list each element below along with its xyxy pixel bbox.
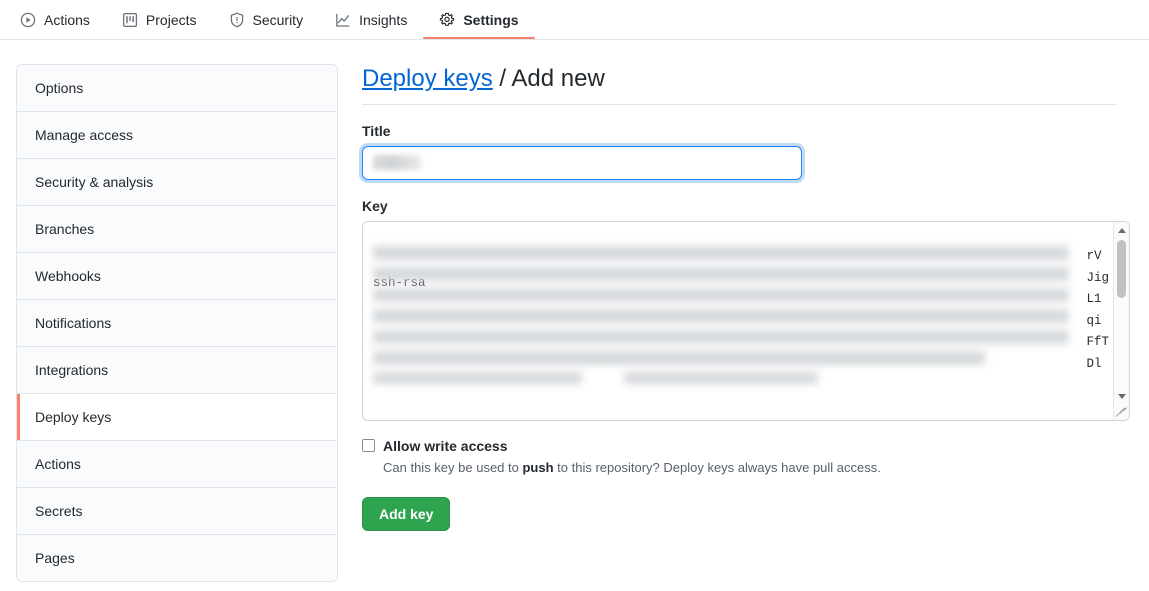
- note-bold-push: push: [522, 460, 554, 475]
- sidebar-item-options[interactable]: Options: [17, 65, 337, 112]
- key-tail-line: qi: [1086, 313, 1102, 328]
- allow-write-access-row[interactable]: Allow write access: [362, 437, 1117, 455]
- scrollbar-thumb[interactable]: [1117, 240, 1126, 298]
- sidebar-item-actions[interactable]: Actions: [17, 441, 337, 488]
- key-field-group: Key ssh-rsa rV Jig L1 qi FfT Dl: [362, 198, 1130, 421]
- note-before: Can this key be used to: [383, 460, 523, 475]
- title-field-group: Title: [362, 123, 1117, 180]
- sidebar-item-label: Manage access: [35, 127, 134, 143]
- sidebar-item-security-analysis[interactable]: Security & analysis: [17, 159, 337, 206]
- nav-item-projects[interactable]: Projects: [106, 0, 213, 39]
- sidebar-item-webhooks[interactable]: Webhooks: [17, 253, 337, 300]
- sidebar-item-label: Actions: [35, 456, 81, 472]
- resize-grip-icon[interactable]: [1113, 404, 1129, 420]
- key-tail-line: rV: [1086, 249, 1102, 263]
- nav-item-security-label: Security: [252, 11, 304, 28]
- allow-write-access-note: Can this key be used to push to this rep…: [383, 459, 1117, 477]
- nav-item-actions[interactable]: Actions: [4, 0, 106, 39]
- sidebar-item-pages[interactable]: Pages: [17, 535, 337, 581]
- sidebar-item-label: Pages: [35, 550, 75, 566]
- play-circle-icon: [20, 12, 36, 28]
- graph-icon: [335, 12, 351, 28]
- breadcrumb-separator: /: [499, 65, 507, 92]
- chevron-down-icon[interactable]: [1114, 388, 1129, 404]
- sidebar-item-branches[interactable]: Branches: [17, 206, 337, 253]
- sidebar-item-label: Secrets: [35, 503, 83, 519]
- key-textarea-content: ssh-rsa: [363, 222, 1113, 420]
- key-scrollbar[interactable]: [1113, 222, 1129, 420]
- gear-icon: [439, 12, 455, 28]
- sidebar-item-label: Notifications: [35, 315, 112, 331]
- title-input[interactable]: [362, 146, 802, 180]
- add-key-button[interactable]: Add key: [362, 497, 451, 531]
- breadcrumb-current: Add new: [511, 65, 605, 92]
- nav-item-security[interactable]: Security: [213, 0, 320, 39]
- main-content: Deploy keys / Add new Title Key ssh-rsa: [338, 64, 1133, 582]
- key-tail-line: FfT: [1086, 335, 1109, 349]
- key-tail-line: Dl: [1086, 356, 1102, 371]
- key-tail-line: Jig: [1086, 270, 1109, 285]
- chevron-up-icon[interactable]: [1114, 222, 1129, 238]
- nav-item-insights-label: Insights: [359, 11, 408, 28]
- nav-item-settings[interactable]: Settings: [423, 0, 535, 39]
- project-board-icon: [122, 12, 138, 28]
- sidebar-item-deploy-keys[interactable]: Deploy keys: [17, 394, 337, 441]
- page-body: Options Manage access Security & analysi…: [0, 40, 1149, 582]
- settings-sidebar: Options Manage access Security & analysi…: [16, 64, 338, 582]
- sidebar-item-integrations[interactable]: Integrations: [17, 347, 337, 394]
- allow-write-access-label[interactable]: Allow write access: [383, 437, 508, 455]
- key-first-token: ssh-rsa: [373, 276, 426, 290]
- nav-item-settings-label: Settings: [463, 11, 519, 28]
- key-tail-line: L1: [1086, 292, 1102, 306]
- sidebar-item-label: Branches: [35, 221, 95, 237]
- key-textarea[interactable]: ssh-rsa rV Jig L1 qi FfT Dl: [362, 221, 1130, 421]
- sidebar-item-label: Webhooks: [35, 268, 101, 284]
- page-title: Deploy keys / Add new: [362, 64, 1117, 105]
- sidebar-item-label: Integrations: [35, 362, 109, 378]
- repo-nav: s Actions Projects: [0, 0, 1149, 40]
- note-after: to this repository? Deploy keys always h…: [553, 460, 881, 475]
- deploy-keys-breadcrumb-link[interactable]: Deploy keys: [362, 65, 493, 92]
- key-visible-line-tails: rV Jig L1 qi FfT Dl: [1086, 246, 1109, 375]
- nav-item-projects-label: Projects: [145, 11, 197, 28]
- nav-divider: [0, 39, 1149, 40]
- title-input-wrap: [362, 146, 802, 180]
- title-label: Title: [362, 123, 391, 139]
- shield-icon: [229, 12, 245, 28]
- sidebar-item-notifications[interactable]: Notifications: [17, 300, 337, 347]
- sidebar-item-secrets[interactable]: Secrets: [17, 488, 337, 535]
- sidebar-item-label: Security & analysis: [35, 174, 154, 190]
- sidebar-item-label: Options: [35, 80, 84, 96]
- allow-write-access-checkbox[interactable]: [362, 439, 375, 452]
- key-label: Key: [362, 198, 388, 214]
- sidebar-item-label: Deploy keys: [35, 409, 112, 425]
- nav-item-actions-label: Actions: [44, 11, 90, 28]
- sidebar-item-manage-access[interactable]: Manage access: [17, 112, 337, 159]
- nav-item-insights[interactable]: Insights: [319, 0, 423, 39]
